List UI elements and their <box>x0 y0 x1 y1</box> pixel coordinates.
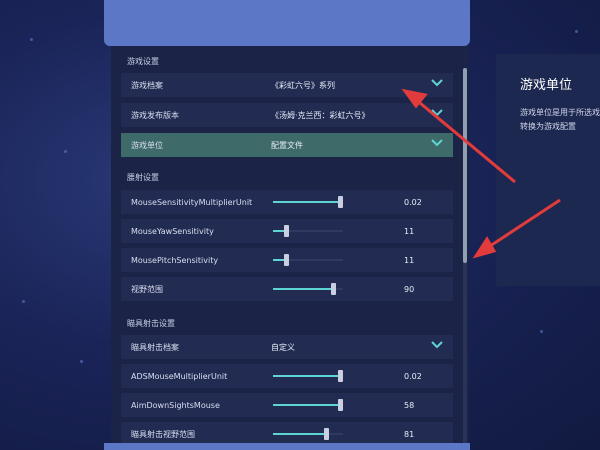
background-dot <box>80 360 83 363</box>
row-value: 《汤姆·克兰西：彩虹六号》 <box>271 110 370 120</box>
header-banner <box>104 0 470 46</box>
row-label: 瞄具射击视野范围 <box>131 429 195 439</box>
slider-row: ADSMouseMultiplierUnit 0.02 <box>121 364 453 388</box>
row-label: MouseYawSensitivity <box>131 226 214 236</box>
slider-thumb[interactable] <box>324 428 329 440</box>
slider-value: 11 <box>404 226 415 236</box>
footer-bar <box>104 443 470 450</box>
slider-value: 81 <box>404 429 415 439</box>
slider-row: MouseSensitivityMultiplierUnit 0.02 <box>121 190 453 214</box>
row-value: 《彩虹六号》系列 <box>271 80 335 90</box>
slider-row: MousePitchSensitivity 11 <box>121 248 453 272</box>
settings-panel: 游戏设置 游戏档案 《彩虹六号》系列 游戏发布版本 《汤姆·克兰西：彩虹六号》 … <box>111 46 469 450</box>
dropdown-game-profile[interactable]: 游戏档案 《彩虹六号》系列 <box>121 73 453 97</box>
slider-fill <box>273 433 326 435</box>
chevron-down-icon[interactable] <box>431 109 443 119</box>
row-label: 瞄具射击档案 <box>131 342 179 352</box>
slider-track[interactable] <box>273 399 343 411</box>
row-label: AimDownSightsMouse <box>131 400 220 410</box>
background-dot <box>30 38 33 41</box>
slider-fill <box>273 288 333 290</box>
slider-thumb[interactable] <box>284 225 289 237</box>
row-value: 自定义 <box>271 342 295 352</box>
slider-thumb[interactable] <box>338 370 343 382</box>
slider-fill <box>273 404 340 406</box>
slider-track[interactable] <box>273 254 343 266</box>
slider-fill <box>273 201 340 203</box>
row-label: MousePitchSensitivity <box>131 255 219 265</box>
slider-track[interactable] <box>273 428 343 440</box>
row-label: 游戏发布版本 <box>131 110 179 120</box>
slider-track[interactable] <box>273 196 343 208</box>
row-label: MouseSensitivityMultiplierUnit <box>131 197 253 207</box>
background-dot <box>22 300 25 303</box>
chevron-down-icon[interactable] <box>431 139 443 149</box>
slider-row: 视野范围 90 <box>121 277 453 301</box>
slider-track[interactable] <box>273 225 343 237</box>
row-value: 配置文件 <box>271 140 303 150</box>
slider-thumb[interactable] <box>331 283 336 295</box>
slider-thumb[interactable] <box>338 399 343 411</box>
chevron-down-icon[interactable] <box>431 79 443 89</box>
background-dot <box>540 330 543 333</box>
row-label: 游戏档案 <box>131 80 163 90</box>
dropdown-game-unit[interactable]: 游戏单位 配置文件 <box>121 133 453 157</box>
slider-thumb[interactable] <box>284 254 289 266</box>
row-label: ADSMouseMultiplierUnit <box>131 371 228 381</box>
info-panel-description: 游戏单位是用于所选戏，转换为游戏配置 <box>520 108 600 131</box>
info-panel: 游戏单位 游戏单位是用于所选戏，转换为游戏配置 <box>496 54 600 286</box>
slider-value: 11 <box>404 255 415 265</box>
row-label: 游戏单位 <box>131 140 163 150</box>
dropdown-game-release[interactable]: 游戏发布版本 《汤姆·克兰西：彩虹六号》 <box>121 103 453 127</box>
dropdown-ads-profile[interactable]: 瞄具射击档案 自定义 <box>121 335 453 359</box>
row-label: 视野范围 <box>131 284 163 294</box>
chevron-down-icon[interactable] <box>431 341 443 351</box>
background-dot <box>64 150 67 153</box>
scrollbar-thumb[interactable] <box>463 68 467 263</box>
slider-track[interactable] <box>273 283 343 295</box>
section-title-game: 游戏设置 <box>127 57 159 66</box>
slider-value: 58 <box>404 400 415 410</box>
slider-value: 0.02 <box>404 197 422 207</box>
slider-value: 0.02 <box>404 371 422 381</box>
slider-row: MouseYawSensitivity 11 <box>121 219 453 243</box>
section-title-hipfire: 腰射设置 <box>127 173 159 182</box>
background-dot <box>575 30 578 33</box>
info-panel-title: 游戏单位 <box>520 78 573 93</box>
slider-fill <box>273 375 340 377</box>
slider-row: AimDownSightsMouse 58 <box>121 393 453 417</box>
slider-track[interactable] <box>273 370 343 382</box>
slider-value: 90 <box>404 284 415 294</box>
section-title-ads: 瞄具射击设置 <box>127 319 175 328</box>
slider-thumb[interactable] <box>338 196 343 208</box>
